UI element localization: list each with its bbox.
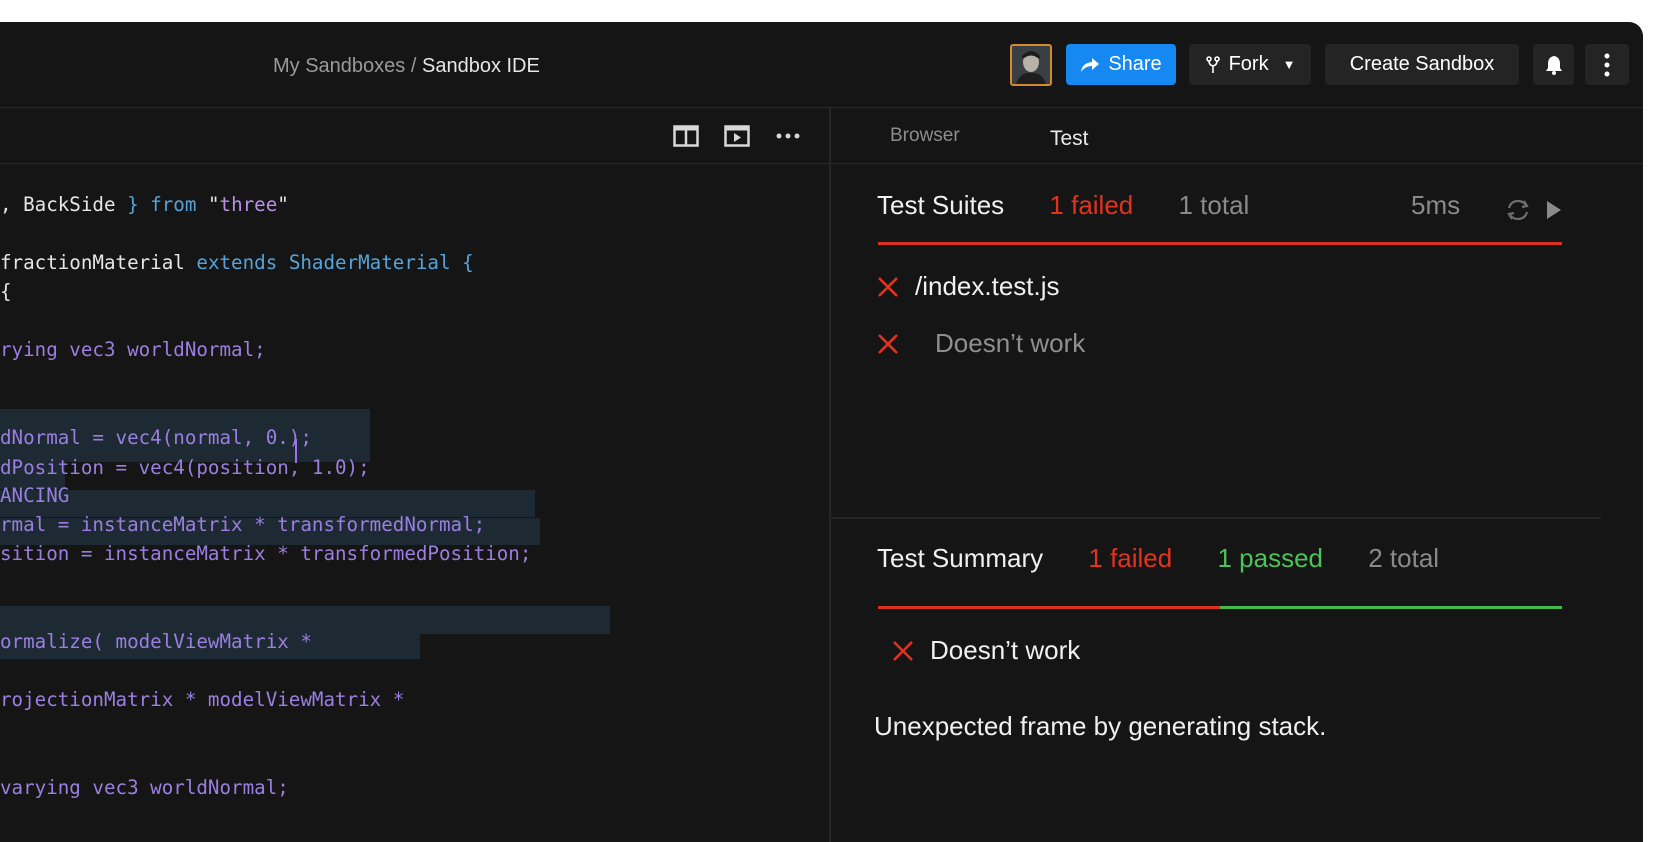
fork-icon <box>1205 55 1221 74</box>
code-line: , BackSide } from "three" <box>0 192 289 218</box>
test-file-row[interactable]: /index.test.js <box>877 271 1060 302</box>
refresh-icon[interactable] <box>1505 198 1531 227</box>
code-token: three <box>219 193 278 216</box>
code-token: rmal = instanceMatrix * transformedNorma… <box>0 513 486 536</box>
code-token: rojectionMatrix * modelViewMatrix * <box>0 688 405 711</box>
code-token: ANCING <box>0 484 70 507</box>
breadcrumb-parent[interactable]: My Sandboxes <box>273 55 405 77</box>
code-token: " <box>277 193 289 216</box>
breadcrumb-current: Sandbox IDE <box>421 55 540 77</box>
tab-test[interactable]: Test <box>1050 111 1089 166</box>
summary-failed-bar <box>878 606 1220 609</box>
avatar[interactable] <box>1010 44 1052 86</box>
code-line: sition = instanceMatrix * transformedPos… <box>0 541 531 567</box>
create-sandbox-button[interactable]: Create Sandbox <box>1325 44 1519 85</box>
bell-icon <box>1545 55 1563 75</box>
code-token: dNormal = vec4(normal, 0.); <box>0 426 312 449</box>
tab-browser[interactable]: Browser <box>890 108 960 163</box>
summary-total-count: 2 total <box>1368 543 1440 573</box>
code-token: from <box>150 193 208 216</box>
code-token: sition = instanceMatrix * transformedPos… <box>0 542 532 565</box>
section-divider <box>831 517 1601 519</box>
fork-button[interactable]: Fork ▼ <box>1189 44 1311 85</box>
suites-failed-count: 1 failed <box>1049 190 1134 220</box>
code-token: " <box>207 193 220 216</box>
code-token: ShaderMaterial <box>288 251 463 274</box>
x-icon <box>892 640 914 662</box>
code-token: rying vec3 worldNormal; <box>0 338 266 361</box>
code-line: ormalize( modelViewMatrix * <box>0 629 312 655</box>
code-line: varying vec3 worldNormal; <box>0 775 289 801</box>
fork-label: Fork <box>1228 53 1269 75</box>
top-bar: My Sandboxes / Sandbox IDE Share Fork ▼ <box>0 22 1643 108</box>
vertical-dots-icon <box>1604 53 1610 77</box>
summary-passed-bar <box>1220 606 1562 609</box>
test-summary-title: Test Summary <box>877 543 1044 573</box>
code-line: ANCING <box>0 483 69 509</box>
test-suites-title: Test Suites <box>877 190 1005 220</box>
test-file-name: /index.test.js <box>915 271 1060 301</box>
code-token: ormalize( modelViewMatrix * <box>0 630 312 653</box>
pane-divider[interactable] <box>829 108 831 842</box>
test-case-row[interactable]: Doesn’t work <box>877 328 1085 359</box>
editor-toolbar <box>0 108 829 164</box>
preview-icon[interactable] <box>723 122 751 150</box>
ide-window: My Sandboxes / Sandbox IDE Share Fork ▼ <box>0 22 1643 842</box>
error-message: Unexpected frame by generating stack. <box>874 711 1327 741</box>
horizontal-dots-icon[interactable] <box>774 122 802 150</box>
test-suites-header: Test Suites 1 failed 1 total <box>877 190 1249 221</box>
summary-passed-count: 1 passed <box>1217 543 1323 573</box>
suites-status-bar <box>878 242 1562 245</box>
code-token: { <box>0 280 12 303</box>
breadcrumb-separator: / <box>410 55 417 77</box>
split-view-icon[interactable] <box>672 122 700 150</box>
x-icon <box>877 333 899 355</box>
summary-failed-count: 1 failed <box>1088 543 1173 573</box>
text-cursor <box>295 439 297 463</box>
code-token: dPosition = vec4(position, 1.0); <box>0 456 370 479</box>
share-arrow-icon <box>1080 57 1100 73</box>
suites-duration: 5ms <box>1411 190 1461 220</box>
breadcrumb: My Sandboxes / Sandbox IDE <box>273 55 540 78</box>
failing-test-row[interactable]: Doesn’t work <box>892 635 1080 666</box>
code-token: fractionMaterial <box>0 251 197 274</box>
code-line: rojectionMatrix * modelViewMatrix * <box>0 687 404 713</box>
share-button[interactable]: Share <box>1066 44 1176 85</box>
more-menu-button[interactable] <box>1585 44 1629 85</box>
notifications-button[interactable] <box>1533 44 1574 85</box>
share-label: Share <box>1108 53 1162 75</box>
code-line: rying vec3 worldNormal; <box>0 337 266 363</box>
preview-tabs: Browser Test <box>831 108 1643 164</box>
code-line: fractionMaterial extends ShaderMaterial … <box>0 250 474 276</box>
code-token: } <box>127 193 151 216</box>
code-line: rmal = instanceMatrix * transformedNorma… <box>0 512 485 538</box>
code-token: varying vec3 worldNormal; <box>0 776 289 799</box>
code-token: { <box>462 251 474 274</box>
code-line: dNormal = vec4(normal, 0.); <box>0 425 312 451</box>
suites-total-count: 1 total <box>1178 190 1250 220</box>
code-token: , BackSide <box>0 193 128 216</box>
code-token: extends <box>196 251 289 274</box>
test-summary-header: Test Summary 1 failed 1 passed 2 total <box>877 543 1439 574</box>
play-icon[interactable] <box>1545 199 1563 226</box>
chevron-down-icon[interactable]: ▼ <box>1283 57 1296 72</box>
code-line: { <box>0 279 12 305</box>
code-line: dPosition = vec4(position, 1.0); <box>0 455 370 481</box>
test-case-name: Doesn’t work <box>935 328 1086 358</box>
x-icon <box>877 276 899 298</box>
code-editor[interactable]: , BackSide } from "three" fractionMateri… <box>0 164 829 842</box>
failing-test-name: Doesn’t work <box>930 635 1081 665</box>
